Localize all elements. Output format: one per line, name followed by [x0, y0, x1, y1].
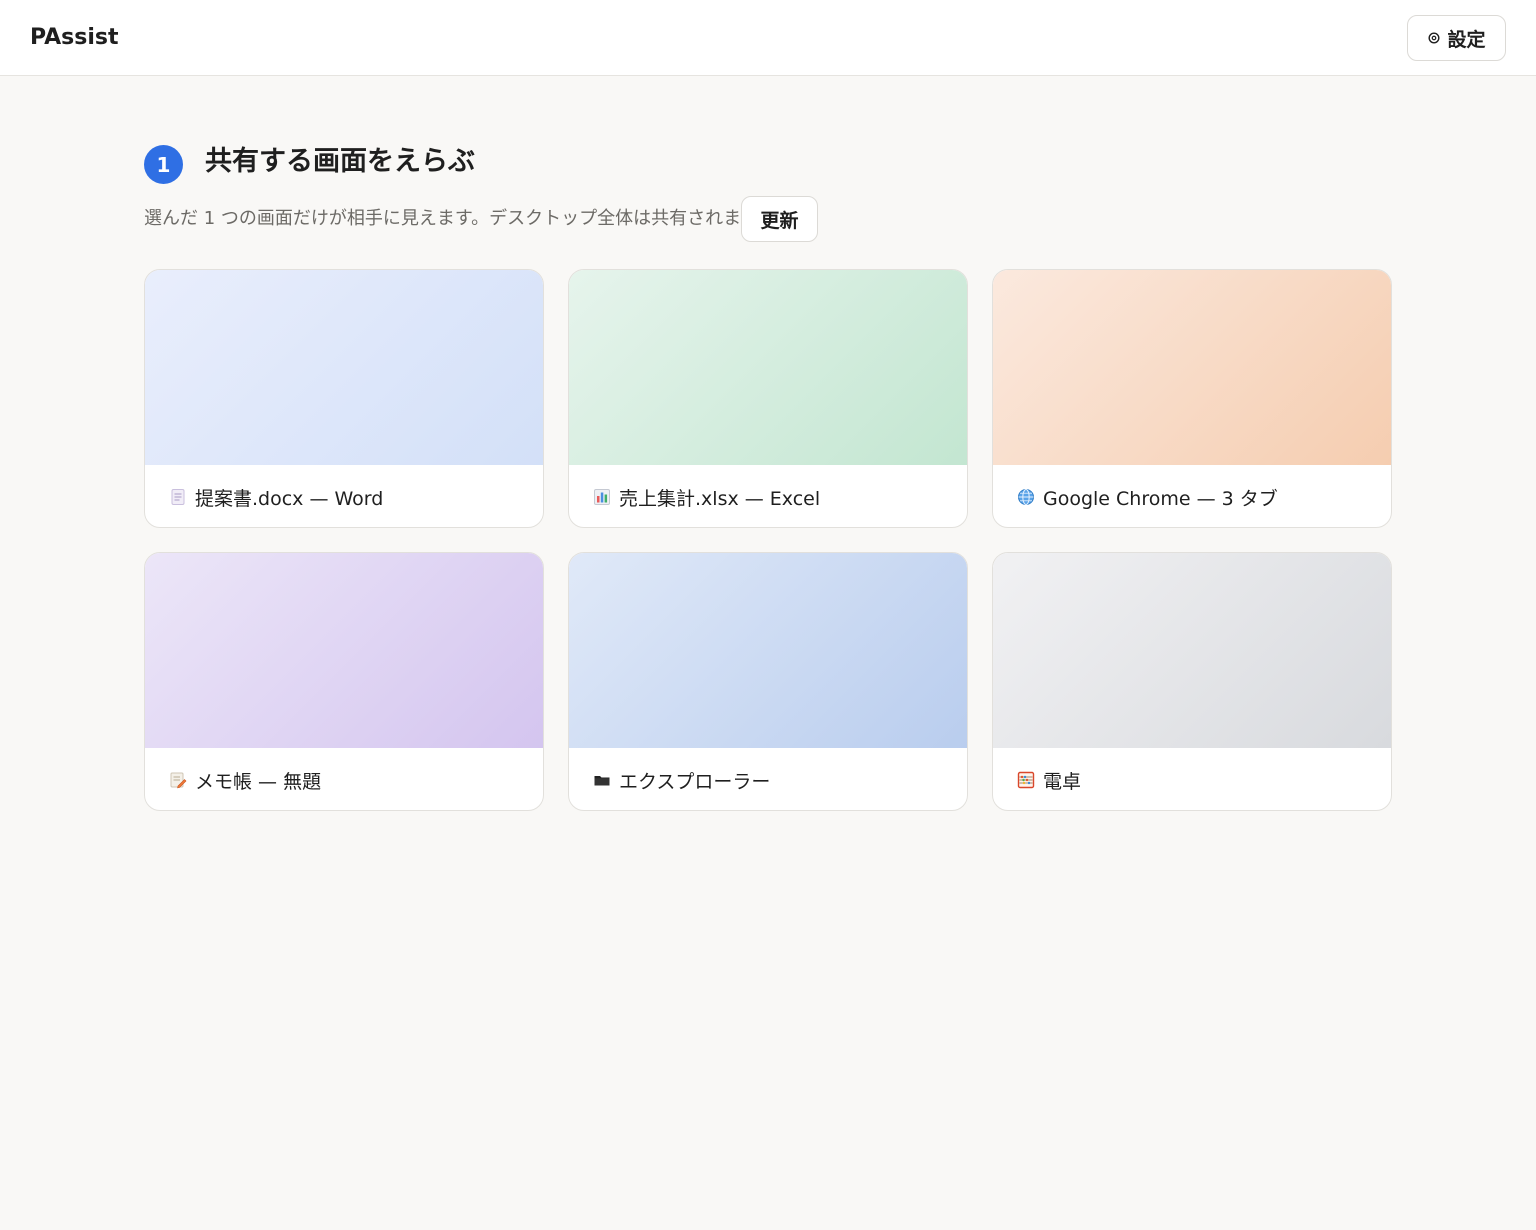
window-title: 電卓: [1043, 770, 1082, 793]
window-title: 売上集計.xlsx — Excel: [619, 487, 821, 510]
settings-button[interactable]: 設定: [1407, 15, 1506, 61]
window-title: 提案書.docx — Word: [195, 487, 384, 510]
folder-icon: [594, 776, 610, 786]
top-bar: PAssist 設定: [0, 0, 1536, 76]
document-icon: [171, 489, 185, 505]
window-card-word[interactable]: 提案書.docx — Word: [144, 269, 544, 528]
window-label-row: エクスプローラー: [593, 765, 770, 795]
section-title: 共有する画面をえらぶ: [205, 146, 475, 177]
window-preview: [993, 553, 1391, 748]
window-title: Google Chrome — 3 タブ: [1043, 487, 1278, 510]
window-label-row: Google Chrome — 3 タブ: [1017, 482, 1278, 512]
bar-chart-icon: [594, 489, 610, 505]
window-title: エクスプローラー: [619, 770, 771, 793]
window-label-row: 電卓: [1017, 765, 1081, 795]
window-preview: [569, 553, 967, 748]
window-card-calculator[interactable]: 電卓: [992, 552, 1392, 811]
window-card-chrome[interactable]: Google Chrome — 3 タブ: [992, 269, 1392, 528]
step-number-badge: 1: [144, 145, 183, 184]
window-preview: [993, 270, 1391, 465]
window-label-row: 提案書.docx — Word: [169, 482, 383, 512]
section-description: 選んだ 1 つの画面だけが相手に見えます。デスクトップ全体は共有されません。: [144, 208, 795, 229]
window-card-excel[interactable]: 売上集計.xlsx — Excel: [568, 269, 968, 528]
gear-icon: [1428, 32, 1440, 44]
window-label-row: メモ帳 — 無題: [169, 765, 321, 795]
window-label-row: 売上集計.xlsx — Excel: [593, 482, 820, 512]
settings-button-label: 設定: [1447, 28, 1486, 51]
abacus-icon: [1017, 771, 1035, 789]
refresh-button[interactable]: 更新: [741, 196, 818, 242]
window-preview: [569, 270, 967, 465]
app-title: PAssist: [30, 25, 119, 50]
window-title: メモ帳 — 無題: [195, 770, 322, 793]
memo-icon: [170, 772, 187, 789]
window-preview: [145, 270, 543, 465]
window-card-explorer[interactable]: エクスプローラー: [568, 552, 968, 811]
window-card-notepad[interactable]: メモ帳 — 無題: [144, 552, 544, 811]
window-preview: [145, 553, 543, 748]
globe-icon: [1018, 489, 1034, 505]
